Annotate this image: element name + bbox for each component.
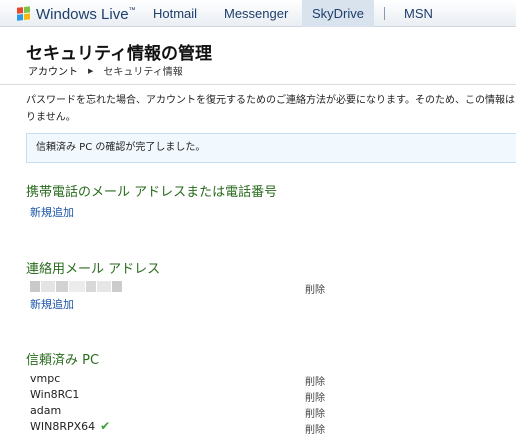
nav-hotmail[interactable]: Hotmail — [153, 0, 197, 27]
windows-live-logo[interactable]: Windows Live™ — [17, 4, 136, 24]
trusted-pc-name: vmpc — [30, 372, 61, 385]
checkmark-icon: ✔ — [100, 419, 111, 433]
breadcrumb-current: セキュリティ情報 — [103, 67, 183, 78]
trusted-pc-name: WIN8RPX64 — [30, 420, 96, 433]
breadcrumb-account[interactable]: アカウント — [28, 63, 78, 78]
add-email-link[interactable]: 新規追加 — [30, 296, 74, 312]
description-text: パスワードを忘れた場合、アカウントを復元するためのご連絡方法が必要になります。そ… — [26, 95, 515, 123]
delete-trusted-pc-link[interactable]: 削除 — [305, 389, 325, 404]
page-title: セキュリティ情報の管理 — [26, 44, 212, 64]
header-divider — [0, 84, 516, 85]
phone-section-title: 携帯電話のメール アドレスまたは電話番号 — [26, 185, 278, 200]
trusted-pc-current: WIN8RPX64 ✔ — [30, 419, 110, 433]
nav-separator — [384, 7, 385, 20]
delete-trusted-pc-link[interactable]: 削除 — [305, 373, 325, 388]
trusted-pc-section-title: 信頼済み PC — [26, 353, 100, 368]
delete-trusted-pc-link[interactable]: 削除 — [305, 405, 325, 420]
confirmation-notice: 信頼済み PC の確認が完了しました。 — [26, 133, 516, 163]
email-section-title: 連絡用メール アドレス — [26, 262, 161, 277]
nav-skydrive[interactable]: SkyDrive — [302, 0, 375, 27]
nav-messenger[interactable]: Messenger — [224, 0, 288, 27]
breadcrumb: アカウント ▶ セキュリティ情報 — [28, 63, 183, 79]
trusted-pc-name: Win8RC1 — [30, 388, 80, 401]
redacted-email — [30, 281, 122, 292]
top-nav-bar: Windows Live™ Hotmail Messenger SkyDrive… — [0, 0, 516, 27]
brand-name: Windows Live™ — [36, 5, 136, 23]
windows-flag-icon — [17, 6, 31, 21]
triangle-right-icon: ▶ — [88, 66, 94, 75]
trusted-pc-name: adam — [30, 404, 62, 417]
delete-email-link[interactable]: 削除 — [305, 281, 325, 296]
add-phone-link[interactable]: 新規追加 — [30, 204, 74, 220]
nav-msn[interactable]: MSN — [404, 0, 433, 27]
delete-trusted-pc-link[interactable]: 削除 — [305, 421, 325, 436]
